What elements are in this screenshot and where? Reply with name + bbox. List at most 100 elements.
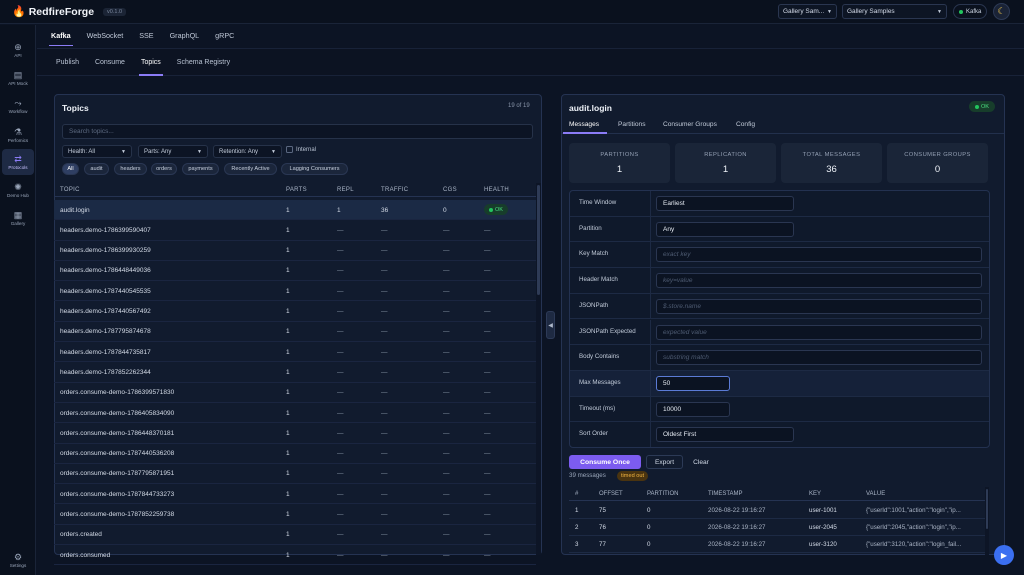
key-match-input[interactable]: exact key (656, 247, 982, 263)
timeout-ms-input[interactable]: 10000 (656, 401, 730, 417)
sort-order-select[interactable]: Oldest First (656, 427, 794, 443)
message-column-timestamp[interactable]: TIMESTAMP (708, 491, 743, 497)
tab-consumer-groups[interactable]: Consumer Groups (663, 121, 717, 128)
column-header-repl[interactable]: REPL (337, 187, 354, 193)
field-label: Timeout (ms) (579, 404, 616, 412)
stat-value: 1 (722, 164, 729, 175)
topics-search-input[interactable]: Search topics... (62, 124, 533, 139)
table-row[interactable]: orders.consume-demo-1786405834090 1 — — — — (54, 403, 536, 424)
message-column-value[interactable]: VALUE (866, 491, 885, 497)
table-row[interactable]: orders.consumed 1 — — — — (54, 545, 536, 566)
table-row[interactable]: orders.consume-demo-1787440536208 1 — — — — (54, 444, 536, 464)
header-match-input[interactable]: key=value (656, 273, 982, 289)
table-row[interactable]: headers.demo-1786448449036 1 — — — — (54, 261, 536, 282)
filter-chip-headers[interactable]: headers (114, 163, 147, 175)
play-fab-button[interactable]: ▶ (994, 545, 1014, 565)
table-row[interactable]: orders.consume-demo-1787844733273 1 — — — — (54, 484, 536, 505)
filter-chip-payments[interactable]: payments (182, 163, 219, 175)
internal-checkbox[interactable]: Internal (286, 146, 316, 153)
message-column-key[interactable]: KEY (809, 491, 821, 497)
parts-filter-select[interactable]: Parts: Any ▼ (138, 145, 208, 158)
theme-toggle-button[interactable]: ☾ (993, 3, 1010, 20)
table-row[interactable]: orders.created 1 — — — — (54, 525, 536, 546)
column-header-traffic[interactable]: TRAFFIC (381, 187, 408, 193)
filter-chip-all[interactable]: All (62, 163, 79, 175)
column-header-parts[interactable]: PARTS (286, 187, 307, 193)
table-row[interactable]: headers.demo-1787440567492 1 — — — — (54, 302, 536, 322)
message-row[interactable]: 2 76 0 2026-08-22 19:16:27 user-2045 {"userId… (569, 519, 985, 536)
scrollbar-thumb[interactable] (986, 489, 988, 529)
table-row[interactable]: orders.consume-demo-1787852259738 1 — — — — (54, 505, 536, 525)
jsonpath-expected-input[interactable]: expected value (656, 324, 982, 340)
time-window-select[interactable]: Earliest (656, 196, 794, 211)
table-row[interactable]: audit.login 1 1 36 0 OK (54, 200, 536, 221)
consume-once-button[interactable]: Consume Once (569, 455, 641, 469)
tab-kafka[interactable]: Kafka (45, 25, 77, 46)
messages-scrollbar[interactable] (985, 487, 989, 555)
collapse-panel-button[interactable]: ◀ (546, 311, 555, 339)
scrollbar-thumb[interactable] (537, 185, 540, 295)
workspace-select[interactable]: Gallery Sam... ▼ (778, 4, 837, 19)
filter-chip-audit[interactable]: audit (84, 163, 109, 175)
subtab-publish[interactable]: Publish (48, 49, 87, 76)
body-contains-input[interactable]: substring match (656, 350, 982, 366)
sidebar-item-gallery[interactable]: ▦ Gallery (2, 205, 34, 231)
table-row[interactable]: orders.consume-demo-1787795871951 1 — — — — (54, 464, 536, 485)
subtab-topics[interactable]: Topics (133, 49, 169, 76)
subtab-schema-registry[interactable]: Schema Registry (169, 49, 238, 76)
jsonpath-input[interactable]: $.store.name (656, 298, 982, 314)
cell-parts: 1 (286, 267, 290, 275)
table-row[interactable]: headers.demo-1787844735817 1 — — — — (54, 342, 536, 363)
column-header-health[interactable]: HEALTH (484, 187, 509, 193)
sidebar-item-api-mock[interactable]: ▤ API Mock (2, 65, 34, 91)
table-row[interactable]: orders.consume-demo-1786448370181 1 — — — — (54, 423, 536, 444)
tab-partitions[interactable]: Partitions (618, 121, 646, 128)
sidebar-item-perfomics[interactable]: ⚗ Perfomics (2, 122, 34, 148)
sidebar-item-protocols[interactable]: ⇄ Protocols (2, 149, 34, 175)
partition-select[interactable]: Any (656, 221, 794, 237)
field-divider (650, 422, 651, 447)
tab-config[interactable]: Config (736, 121, 755, 128)
subtab-consume[interactable]: Consume (87, 49, 133, 76)
kafka-connection-pill[interactable]: Kafka (953, 4, 987, 19)
collection-select[interactable]: Gallery Samples ▼ (842, 4, 947, 19)
sidebar-item-workflow[interactable]: ⤳ Workflow (2, 93, 34, 119)
column-header-cgs[interactable]: CGS (443, 187, 457, 193)
message-row[interactable]: 1 75 0 2026-08-22 19:16:27 user-1001 {"userId… (569, 502, 985, 519)
table-row[interactable]: headers.demo-1787795874678 1 — — — — (54, 322, 536, 343)
chevron-left-icon: ◀ (548, 322, 553, 329)
field-value: Earliest (663, 200, 685, 207)
app-logo[interactable]: 🔥 RedfireForge v0.1.0 (12, 5, 127, 18)
table-row[interactable]: orders.consume-demo-1786399571830 1 — — — — (54, 383, 536, 403)
cell-health: — (484, 450, 491, 458)
table-row[interactable]: headers.demo-1786399590407 1 — — — — (54, 220, 536, 241)
table-row[interactable]: headers.demo-1787852262344 1 — — — — (54, 362, 536, 383)
tab-websocket[interactable]: WebSocket (81, 25, 130, 46)
export-button[interactable]: Export (646, 455, 683, 469)
field-divider (650, 319, 651, 346)
sidebar-item-demo-hub[interactable]: ✺ Demo Hub (2, 177, 34, 203)
max-messages-input[interactable]: 50 (656, 375, 730, 391)
tab-graphql[interactable]: GraphQL (164, 25, 206, 46)
topics-scrollbar[interactable] (536, 183, 541, 555)
clear-button[interactable]: Clear (686, 455, 716, 469)
message-column-offset[interactable]: OFFSET (599, 491, 623, 497)
filter-chip-orders[interactable]: orders (151, 163, 177, 175)
message-row[interactable]: 3 77 0 2026-08-22 19:16:27 user-3120 {"userId… (569, 536, 985, 553)
sidebar-item-api[interactable]: ⊕ API (2, 37, 34, 63)
tab-sse[interactable]: SSE (133, 25, 159, 46)
retention-filter-select[interactable]: Retention: Any ▼ (213, 145, 282, 158)
moon-icon: ☾ (997, 6, 1006, 16)
tab-grpc[interactable]: gRPC (209, 25, 240, 46)
column-header-topic[interactable]: TOPIC (60, 187, 80, 193)
health-badge: OK (484, 204, 508, 215)
sidebar-item-settings[interactable]: ⚙ Settings (2, 547, 34, 573)
table-row[interactable]: headers.demo-1787440545535 1 — — — — (54, 281, 536, 302)
health-filter-select[interactable]: Health: All ▼ (62, 145, 132, 158)
filter-chip-lagging-consumers[interactable]: Lagging Consumers (281, 163, 348, 175)
message-column-index[interactable]: # (575, 491, 578, 497)
filter-chip-recently-active[interactable]: Recently Active (224, 163, 277, 175)
tab-messages[interactable]: Messages (569, 121, 599, 128)
message-column-partition[interactable]: PARTITION (647, 491, 678, 497)
table-row[interactable]: headers.demo-1786399930259 1 — — — — (54, 241, 536, 261)
